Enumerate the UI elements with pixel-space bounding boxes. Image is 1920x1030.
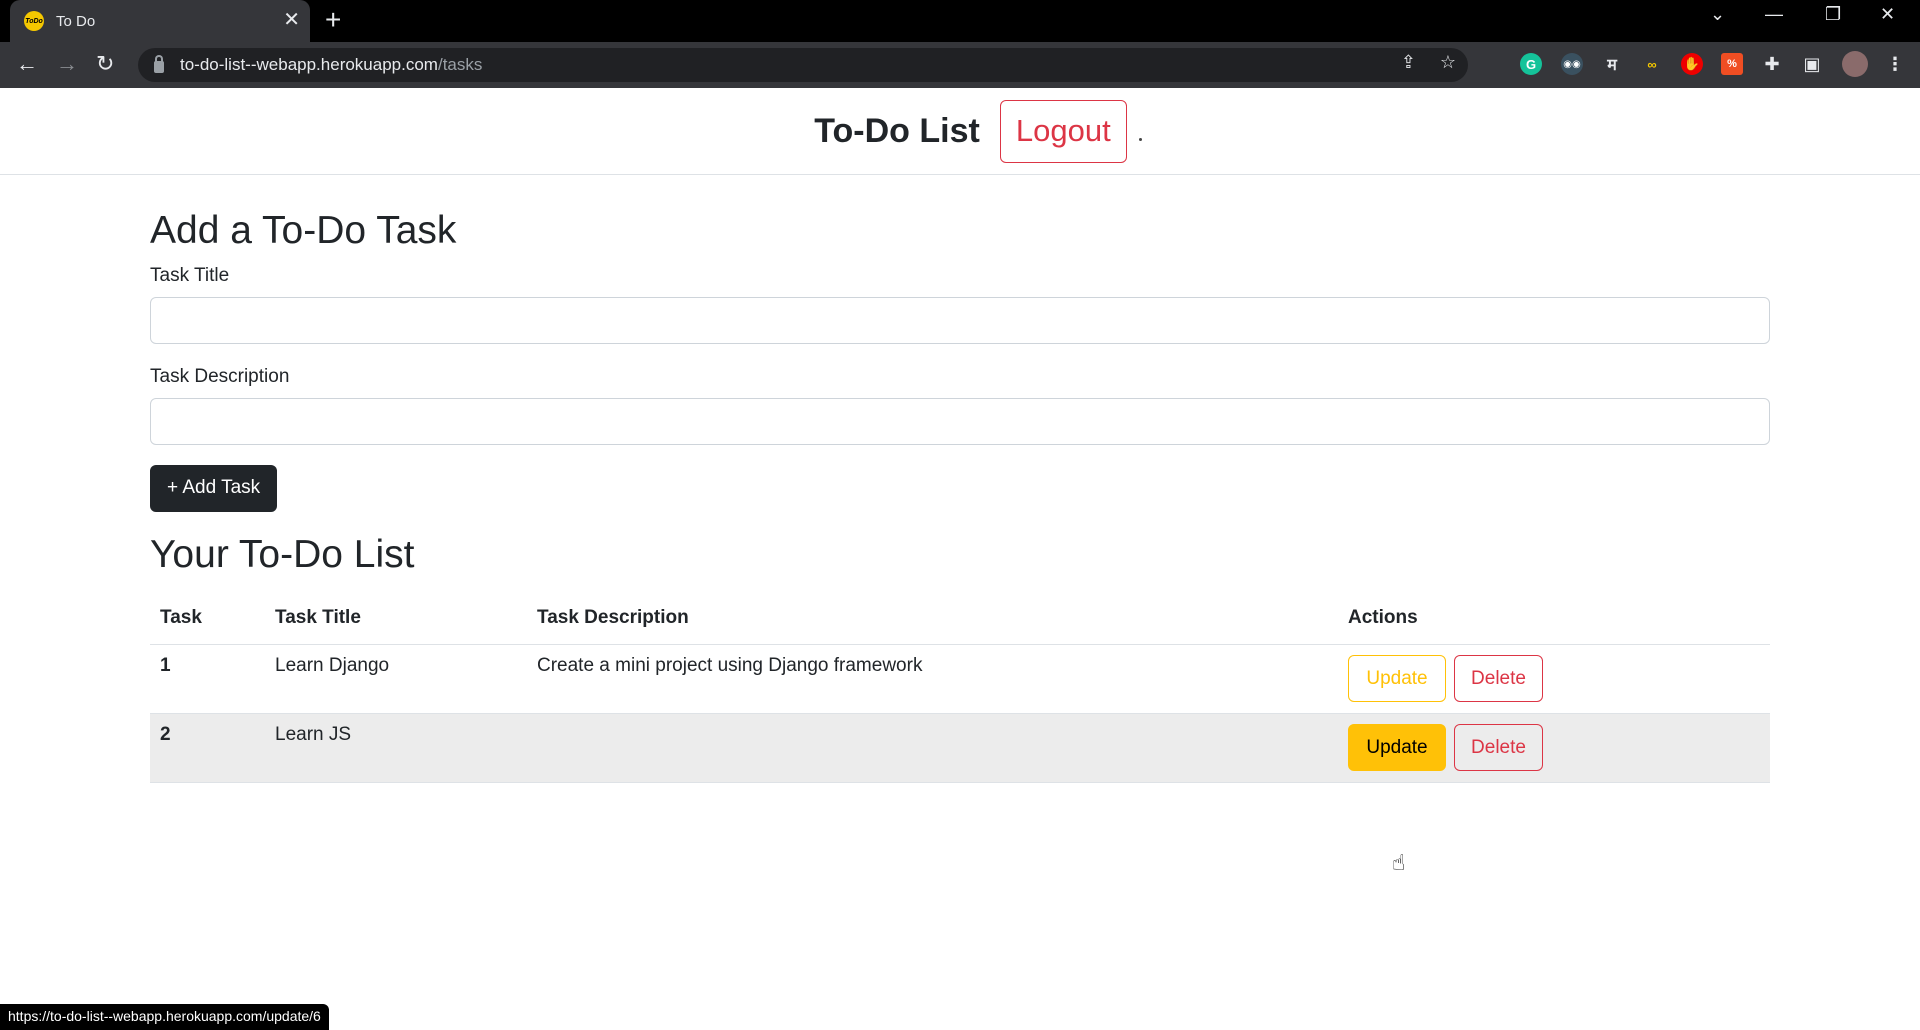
back-icon[interactable]: ←	[16, 52, 38, 76]
tab-close-icon[interactable]: ✕	[283, 10, 300, 30]
minimize-icon[interactable]: —	[1765, 4, 1783, 25]
table-row: 1 Learn Django Create a mini project usi…	[150, 644, 1770, 715]
task-description-label: Task Description	[150, 365, 290, 387]
task-description-input[interactable]	[150, 397, 1770, 445]
task-description	[527, 713, 1338, 784]
spy-extension-icon[interactable]: ◉◉	[1561, 53, 1583, 75]
main-container: Add a To-Do Task Task Title Task Descrip…	[150, 208, 1770, 784]
task-number: 1	[150, 644, 265, 715]
hand-pointer-cursor-icon: ☝	[1392, 850, 1406, 875]
update-button[interactable]: Update	[1348, 724, 1446, 772]
logout-button[interactable]: Logout	[999, 99, 1127, 163]
brand-title[interactable]: To-Do List	[814, 112, 980, 151]
task-number: 2	[150, 713, 265, 784]
url-path: /tasks	[437, 55, 483, 74]
navbar-dot	[1138, 137, 1142, 141]
add-task-heading: Add a To-Do Task	[150, 209, 457, 252]
lock-icon	[154, 55, 164, 73]
todo-favicon-icon: ToDo	[24, 11, 44, 31]
task-description: Create a mini project using Django frame…	[527, 644, 1338, 715]
update-button[interactable]: Update	[1348, 655, 1446, 703]
column-header-task: Task	[150, 592, 265, 646]
coupon-extension-icon[interactable]: ∞	[1641, 53, 1663, 75]
bookmark-star-icon[interactable]: ☆	[1440, 52, 1456, 73]
close-window-icon[interactable]: ✕	[1880, 4, 1895, 25]
task-actions: Update Delete	[1338, 713, 1770, 784]
task-title-input[interactable]	[150, 296, 1770, 344]
grammarly-extension-icon[interactable]: G	[1520, 53, 1542, 75]
task-title-label: Task Title	[150, 264, 230, 286]
adblock-extension-icon[interactable]: ✋	[1681, 53, 1703, 75]
restore-icon[interactable]: ❐	[1825, 4, 1841, 25]
page-content: To-Do List Logout Add a To-Do Task Task …	[0, 88, 1920, 1030]
reload-icon[interactable]: ↻	[96, 52, 114, 76]
share-icon[interactable]: ⇪	[1401, 52, 1416, 73]
status-bar-url: https://to-do-list--webapp.herokuapp.com…	[0, 1004, 329, 1030]
delete-button[interactable]: Delete	[1454, 724, 1543, 772]
tab-title: To Do	[56, 12, 96, 30]
task-title: Learn Django	[265, 644, 527, 715]
task-title: Learn JS	[265, 713, 527, 784]
delete-button[interactable]: Delete	[1454, 655, 1543, 703]
url-host: to-do-list--webapp.herokuapp.com	[180, 55, 438, 74]
menu-kebab-icon[interactable]: ⋮	[1884, 53, 1906, 75]
browser-tab-bar: ToDo To Do ✕ + ⌄ — ❐ ✕	[0, 0, 1920, 42]
forward-icon[interactable]: →	[56, 52, 78, 76]
address-bar[interactable]: to-do-list--webapp.herokuapp.com/tasks ⇪…	[138, 48, 1468, 82]
column-header-actions: Actions	[1338, 592, 1770, 646]
table-row: 2 Learn JS Update Delete	[150, 713, 1770, 784]
navbar: To-Do List Logout	[0, 88, 1920, 175]
task-actions: Update Delete	[1338, 644, 1770, 715]
profile-avatar[interactable]	[1842, 51, 1868, 77]
todo-list-heading: Your To-Do List	[150, 532, 415, 576]
column-header-title: Task Title	[265, 592, 527, 646]
extensions-puzzle-icon[interactable]: ✚	[1761, 53, 1783, 75]
tab-search-chevron-icon[interactable]: ⌄	[1710, 4, 1725, 25]
tasks-table: Task Task Title Task Description Actions…	[150, 592, 1770, 784]
column-header-description: Task Description	[527, 592, 1338, 646]
add-task-button[interactable]: + Add Task	[150, 464, 278, 512]
table-header-row: Task Task Title Task Description Actions	[150, 592, 1770, 646]
new-tab-icon[interactable]: +	[325, 6, 341, 34]
browser-toolbar: ← → ↻ to-do-list--webapp.herokuapp.com/t…	[0, 42, 1920, 88]
browser-tab[interactable]: ToDo To Do ✕	[10, 0, 310, 42]
hindi-extension-icon[interactable]: म	[1601, 53, 1623, 75]
side-panel-icon[interactable]: ▣	[1801, 53, 1823, 75]
stackedit-extension-icon[interactable]: %	[1721, 53, 1743, 75]
